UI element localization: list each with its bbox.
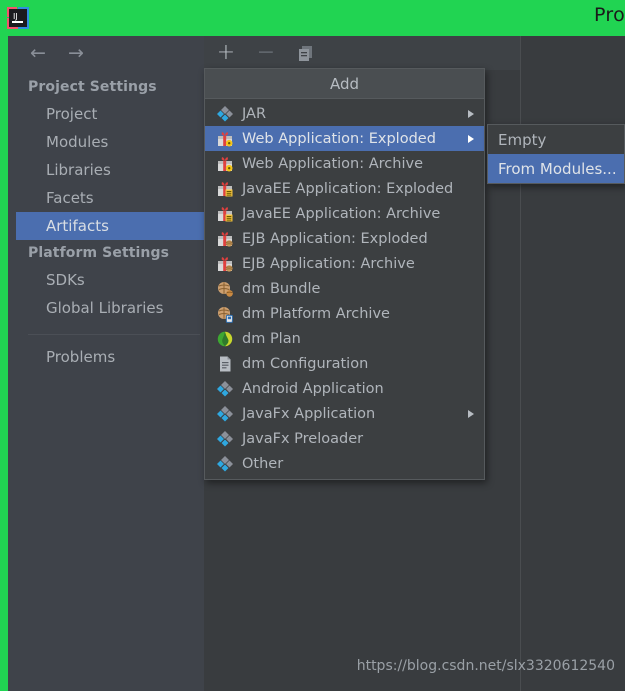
sidebar-item-artifacts[interactable]: Artifacts [16, 212, 212, 240]
menu-item-label: Web Application: Archive [242, 155, 423, 172]
dm-platform-icon [213, 305, 237, 323]
menu-item-list: JAR Web Application: Exploded Web Applic… [205, 99, 484, 479]
menu-item-label: Other [242, 455, 284, 472]
plus-icon[interactable]: + [216, 42, 236, 64]
menu-item-other[interactable]: Other [205, 451, 484, 476]
submenu-item-from-modules[interactable]: From Modules... [488, 154, 624, 183]
menu-item-web-application-archive[interactable]: Web Application: Archive [205, 151, 484, 176]
sidebar-item-libraries[interactable]: Libraries [16, 156, 212, 184]
menu-item-label: JavaFx Preloader [242, 430, 364, 447]
gift-javaee-icon [213, 180, 237, 198]
menu-item-label: dm Platform Archive [242, 305, 390, 322]
menu-item-javafx-preloader[interactable]: JavaFx Preloader [205, 426, 484, 451]
gift-ejb-icon [213, 230, 237, 248]
menu-item-label: dm Bundle [242, 280, 321, 297]
menu-item-android-application[interactable]: Android Application [205, 376, 484, 401]
menu-title: Add [205, 69, 484, 99]
menu-item-label: dm Plan [242, 330, 301, 347]
sidebar-divider [28, 334, 200, 335]
sidebar-group-platform-settings: Platform Settings [28, 245, 170, 261]
menu-item-javaee-application-archive[interactable]: JavaEE Application: Archive [205, 201, 484, 226]
window-title: Pro [593, 4, 625, 26]
arrow-right-icon[interactable]: → [64, 42, 88, 64]
artifacts-toolbar: + − [204, 36, 520, 70]
jar-diamond-icon [213, 430, 237, 448]
menu-item-label: JavaEE Application: Exploded [242, 180, 454, 197]
navigation-arrows: ← → [16, 36, 212, 70]
svg-text:IJ: IJ [13, 12, 18, 21]
menu-item-dm-configuration[interactable]: dm Configuration [205, 351, 484, 376]
dm-plan-globe-icon [213, 330, 237, 348]
sidebar-item-modules[interactable]: Modules [16, 128, 212, 156]
menu-item-label: Android Application [242, 380, 384, 397]
gift-web-icon [213, 130, 237, 148]
gift-web-icon [213, 155, 237, 173]
menu-item-ejb-application-archive[interactable]: EJB Application: Archive [205, 251, 484, 276]
jar-diamond-icon [213, 455, 237, 473]
menu-item-web-application-exploded[interactable]: Web Application: Exploded [205, 126, 484, 151]
jar-diamond-icon [213, 405, 237, 423]
sidebar-list: Project Settings Project Modules Librari… [16, 74, 212, 371]
title-bar: IJ Pro [0, 0, 625, 36]
menu-item-label: EJB Application: Exploded [242, 230, 428, 247]
sidebar-item-sdks[interactable]: SDKs [16, 266, 212, 294]
sidebar-item-project[interactable]: Project [16, 100, 212, 128]
sidebar-group-project-settings: Project Settings [28, 79, 157, 95]
menu-item-label: JavaEE Application: Archive [242, 205, 441, 222]
menu-item-label: JAR [242, 105, 267, 122]
settings-sidebar: ← → Project Settings Project Modules Lib… [0, 36, 212, 691]
chevron-right-icon [468, 409, 474, 418]
add-artifact-menu: Add JAR Web Application: Exploded Web Ap… [204, 68, 485, 480]
menu-item-dm-bundle[interactable]: dm Bundle [205, 276, 484, 301]
minus-icon[interactable]: − [256, 42, 276, 64]
gift-javaee-icon [213, 205, 237, 223]
intellij-idea-logo-icon: IJ [6, 6, 30, 30]
chevron-right-icon [468, 109, 474, 118]
sidebar-item-global-libraries[interactable]: Global Libraries [16, 294, 212, 322]
menu-item-label: Web Application: Exploded [242, 130, 436, 147]
chevron-right-icon [468, 134, 474, 143]
menu-item-label: EJB Application: Archive [242, 255, 415, 272]
menu-item-label: JavaFx Application [242, 405, 376, 422]
jar-diamond-icon [213, 105, 237, 123]
dm-bundle-icon [213, 280, 237, 298]
copy-icon[interactable] [296, 43, 316, 63]
submenu-item-empty[interactable]: Empty [488, 125, 624, 154]
watermark-text: https://blog.csdn.net/slx3320612540 [356, 658, 615, 674]
sidebar-item-facets[interactable]: Facets [16, 184, 212, 212]
gift-ejb-icon [213, 255, 237, 273]
menu-item-label: dm Configuration [242, 355, 369, 372]
dm-configuration-icon [213, 355, 237, 373]
menu-item-javafx-application[interactable]: JavaFx Application [205, 401, 484, 426]
menu-item-ejb-application-exploded[interactable]: EJB Application: Exploded [205, 226, 484, 251]
jar-diamond-icon [213, 380, 237, 398]
menu-item-dm-platform-archive[interactable]: dm Platform Archive [205, 301, 484, 326]
menu-item-dm-plan[interactable]: dm Plan [205, 326, 484, 351]
settings-window: IJ Pro ← → Project Settings Project Modu… [0, 0, 625, 691]
menu-item-javaee-application-exploded[interactable]: JavaEE Application: Exploded [205, 176, 484, 201]
menu-item-jar[interactable]: JAR [205, 101, 484, 126]
web-application-exploded-submenu: Empty From Modules... [487, 124, 625, 184]
arrow-left-icon[interactable]: ← [26, 42, 50, 64]
sidebar-item-problems[interactable]: Problems [16, 343, 212, 371]
